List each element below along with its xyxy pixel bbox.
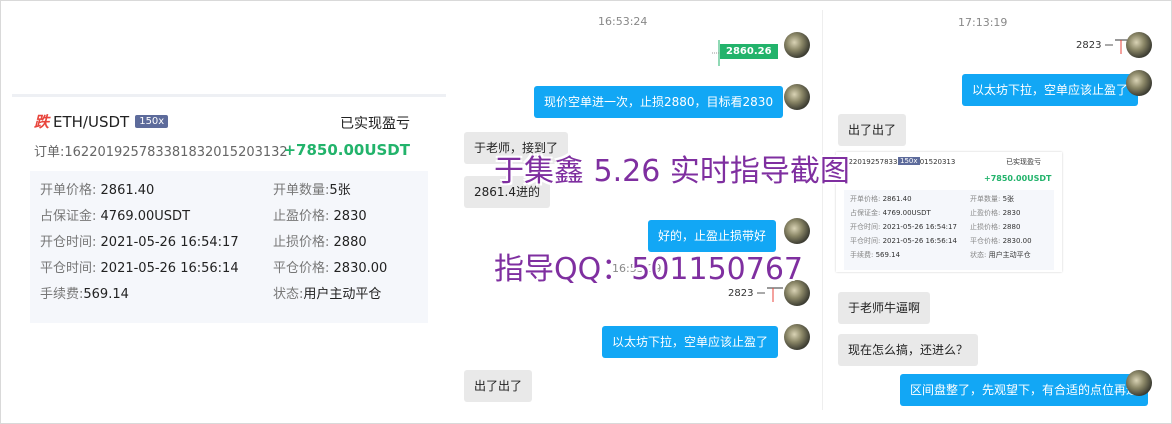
price-tag: 2860.26 <box>720 44 778 59</box>
message-bubble[interactable]: 现在怎么搞，还进么？ <box>838 334 979 366</box>
close-price-row: 平仓价格: 2830.00 <box>273 261 388 276</box>
price-chart-thumbnail[interactable]: 2823 <box>1076 36 1131 54</box>
fee-row: 手续费:569.14 <box>40 287 129 302</box>
order-details: 开单价格: 2861.40 开单数量:5张 占保证金: 4769.00USDT … <box>30 171 428 323</box>
stop-loss-row: 止损价格: 2880 <box>273 235 367 250</box>
mini-order-details: 开单价格: 2861.40 开单数量: 5张 占保证金: 4769.00USDT… <box>844 190 1054 270</box>
mini-row: 占保证金: 4769.00USDT <box>850 209 931 217</box>
open-price-row: 开单价格: 2861.40 <box>40 183 155 198</box>
avatar[interactable] <box>1126 370 1152 396</box>
mini-row: 止损价格: 2880 <box>970 223 1021 231</box>
mini-row: 平仓价格: 2830.00 <box>970 237 1032 245</box>
message-bubble[interactable]: 出了出了 <box>464 370 533 402</box>
mini-price-label: 2823 <box>728 288 754 299</box>
chat-timestamp: 17:13:19 <box>958 16 1008 29</box>
direction-badge: 跌 <box>34 113 50 131</box>
realized-pnl: +7850.00USDT <box>283 141 410 159</box>
message-bubble[interactable]: 现价空单进一次，止损2880，目标看2830 <box>534 86 784 118</box>
message-bubble[interactable]: 区间盘整了，先观望下，有合适的点位再进 <box>900 374 1149 406</box>
chat-timestamp: 16:53:24 <box>598 15 648 28</box>
margin-row: 占保证金: 4769.00USDT <box>40 209 191 224</box>
take-profit-row: 止盈价格: 2830 <box>273 209 367 224</box>
mini-price-label: 2823 <box>1076 40 1102 51</box>
avatar[interactable] <box>784 84 810 110</box>
order-symbol-row: 跌 ETH/USDT 150x <box>34 111 169 132</box>
mini-row: 开仓时间: 2021-05-26 16:54:17 <box>850 223 957 231</box>
status-row: 状态:用户主动平仓 <box>273 287 382 302</box>
mini-leverage-badge: 150x <box>898 157 920 165</box>
shared-screenshot-image[interactable]: 6220192578338183201520313 150x 已实现盈亏 +78… <box>836 152 1062 272</box>
symbol-label: ETH/USDT <box>53 112 130 131</box>
order-number: 订单:162201925783381832015203132 <box>34 145 288 160</box>
watermark-title: 于集鑫 5.26 实时指导截图 <box>494 154 850 189</box>
leverage-badge: 150x <box>135 115 169 128</box>
open-qty-row: 开单数量:5张 <box>273 183 351 198</box>
pnl-title: 已实现盈亏 <box>340 116 410 132</box>
avatar[interactable] <box>1126 32 1152 58</box>
open-time-row: 开仓时间: 2021-05-26 16:54:17 <box>40 235 239 250</box>
mini-row: 状态: 用户主动平仓 <box>970 251 1031 259</box>
message-bubble[interactable]: 以太坊下拉，空单应该止盈了 <box>962 74 1139 106</box>
message-bubble[interactable]: 出了出了 <box>838 114 907 146</box>
mini-row: 手续费: 569.14 <box>850 251 901 259</box>
avatar[interactable] <box>784 218 810 244</box>
mini-row: 开单价格: 2861.40 <box>850 195 912 203</box>
avatar[interactable] <box>784 32 810 58</box>
message-bubble[interactable]: 于老师牛逼啊 <box>838 292 931 324</box>
chat-panel-divider <box>822 10 823 410</box>
watermark-contact: 指导QQ：501150767 <box>494 252 804 287</box>
message-bubble[interactable]: 以太坊下拉，空单应该止盈了 <box>602 326 779 358</box>
order-card: 跌 ETH/USDT 150x 已实现盈亏 订单:162201925783381… <box>12 94 446 329</box>
mini-pnl-title: 已实现盈亏 <box>1006 158 1041 166</box>
close-time-row: 平仓时间: 2021-05-26 16:56:14 <box>40 261 239 276</box>
mini-row: 止盈价格: 2830 <box>970 209 1021 217</box>
avatar[interactable] <box>1126 70 1152 96</box>
mini-row: 开单数量: 5张 <box>970 195 1015 203</box>
mini-pnl: +7850.00USDT <box>984 174 1052 183</box>
avatar[interactable] <box>784 324 810 350</box>
mini-row: 平仓时间: 2021-05-26 16:56:14 <box>850 237 957 245</box>
